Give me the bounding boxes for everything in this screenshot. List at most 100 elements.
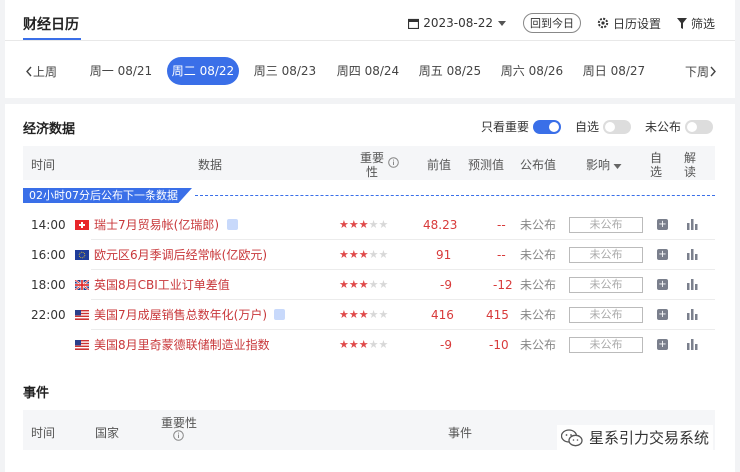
importance-stars: ★★★★★ [339,218,389,231]
row-impact: 未公布 [569,217,643,233]
row-previous: 48.23 [423,218,458,232]
table-row[interactable]: 美国8月里奇蒙德联储制造业指数 ★★★★★ -9 -10 未公布 未公布 + [23,330,715,360]
row-time: 14:00 [31,218,66,232]
row-actual: 未公布 [520,218,557,232]
toggle-unpublished[interactable]: 未公布 [645,118,713,135]
row-indicator-name[interactable]: 欧元区6月季调后经常帐(亿欧元) [94,240,267,270]
row-time: 22:00 [31,308,66,322]
row-actual: 未公布 [520,278,557,292]
col-event: 事件 [448,426,473,440]
row-forecast: -10 [489,338,509,352]
col-actual: 公布值 [520,158,557,172]
col-impact[interactable]: 影响 [586,156,610,173]
add-watch-button[interactable]: + [657,279,668,290]
countdown-dashed-line [195,195,715,196]
next-week-label: 下周 [684,64,709,79]
bar-chart-icon[interactable] [687,219,698,230]
bar-chart-icon[interactable] [687,249,698,260]
wechat-icon [560,428,583,446]
row-forecast: -12 [493,278,513,292]
add-watch-button[interactable]: + [657,309,668,320]
col-importance-2: 性 [366,165,379,179]
header-tools: 2023-08-22 回到今日 日历设置 筛选 [392,13,715,33]
bar-chart-icon[interactable] [687,309,698,320]
table-row[interactable]: 16:00 欧元区6月季调后经常帐(亿欧元) ★★★★★ 91 -- 未公布 未… [23,240,715,270]
row-previous: 91 [436,248,452,262]
row-impact: 未公布 [569,247,643,263]
row-time: 18:00 [31,278,66,292]
related-tag-icon[interactable] [227,219,238,230]
prev-week-label: 上周 [33,64,58,79]
calendar-content-card: 经济数据 只看重要 自选 未公布 时间 数据 重要 性 前值 预测值 公布值 影… [5,104,735,472]
caret-down-icon[interactable] [613,159,622,173]
add-watch-button[interactable]: + [657,249,668,260]
switch-on[interactable] [532,119,561,134]
day-thu[interactable]: 周四 08/24 [332,57,404,85]
chevron-right-icon [710,66,716,76]
flag-us-icon [75,340,89,350]
next-week-button[interactable]: 下周 [685,63,717,80]
switch-off[interactable] [602,119,631,134]
col-data: 数据 [198,158,223,172]
row-indicator-name[interactable]: 英国8月CBI工业订单差值 [94,270,230,300]
wechat-watermark: 星系引力交易系统 [556,425,713,450]
col-importance: 重要性 [161,416,198,430]
toggle-label: 未公布 [644,120,681,134]
row-time: 16:00 [31,248,66,262]
day-sun[interactable]: 周日 08/27 [578,57,650,85]
toggle-label: 自选 [574,120,599,134]
row-indicator-name[interactable]: 美国8月里奇蒙德联储制造业指数 [94,330,270,360]
prev-week-button[interactable]: 上周 [25,63,57,80]
row-previous: -9 [440,278,452,292]
day-wed[interactable]: 周三 08/23 [249,57,321,85]
importance-stars: ★★★★★ [339,308,389,321]
gear-icon [597,17,609,29]
add-watch-button[interactable]: + [657,219,668,230]
info-icon[interactable] [173,430,184,444]
day-fri[interactable]: 周五 08/25 [414,57,486,85]
selected-date: 2023-08-22 [423,16,493,30]
flag-switzerland-icon [75,220,89,230]
toggle-watchlist[interactable]: 自选 [575,118,631,135]
row-previous: 416 [431,308,454,322]
row-indicator-name[interactable]: 瑞士7月贸易帐(亿瑞郎) [94,210,219,240]
calendar-header-card: 财经日历 2023-08-22 回到今日 日历设置 筛选 上周 周一 08/21… [5,0,735,98]
bar-chart-icon[interactable] [687,279,698,290]
calendar-icon [408,18,420,29]
related-tag-icon[interactable] [274,309,285,320]
calendar-settings-button[interactable]: 日历设置 [597,15,661,32]
col-country: 国家 [95,426,120,440]
row-actual: 未公布 [520,308,557,322]
row-impact: 未公布 [569,277,643,293]
add-watch-button[interactable]: + [657,339,668,350]
row-forecast: -- [497,248,506,262]
toggle-important-only[interactable]: 只看重要 [481,118,561,135]
importance-stars: ★★★★★ [339,338,389,351]
row-impact: 未公布 [569,307,643,323]
filter-button[interactable]: 筛选 [676,15,715,32]
economic-table-header: 时间 数据 重要 性 前值 预测值 公布值 影响 自 选 解 读 [23,146,715,180]
economic-toggles: 只看重要 自选 未公布 [467,118,713,135]
filter-label: 筛选 [690,16,715,31]
next-release-countdown: 02小时07分后公布下一条数据 [23,188,192,203]
back-to-today-button[interactable]: 回到今日 [522,13,581,33]
importance-stars: ★★★★★ [339,248,389,261]
row-indicator-name[interactable]: 美国7月成屋销售总数年化(万户) [94,300,267,330]
day-sat[interactable]: 周六 08/26 [496,57,568,85]
info-icon[interactable] [388,157,399,171]
table-row[interactable]: 18:00 英国8月CBI工业订单差值 ★★★★★ -9 -12 未公布 未公布… [23,270,715,300]
date-picker[interactable]: 2023-08-22 [408,16,511,30]
col-time: 时间 [31,426,56,440]
row-impact: 未公布 [569,337,643,353]
header-divider [5,40,735,41]
col-forecast: 预测值 [468,158,505,172]
week-navigator: 上周 周一 08/21 周二 08/22 周三 08/23 周四 08/24 周… [5,56,735,86]
col-previous: 前值 [427,158,452,172]
day-mon[interactable]: 周一 08/21 [85,57,157,85]
table-row[interactable]: 14:00 瑞士7月贸易帐(亿瑞郎) ★★★★★ 48.23 -- 未公布 未公… [23,210,715,240]
bar-chart-icon[interactable] [687,339,698,350]
day-tue-active[interactable]: 周二 08/22 [167,57,239,85]
table-row[interactable]: 22:00 美国7月成屋销售总数年化(万户) ★★★★★ 416 415 未公布… [23,300,715,330]
switch-off[interactable] [685,119,713,134]
row-previous: -9 [440,338,452,352]
